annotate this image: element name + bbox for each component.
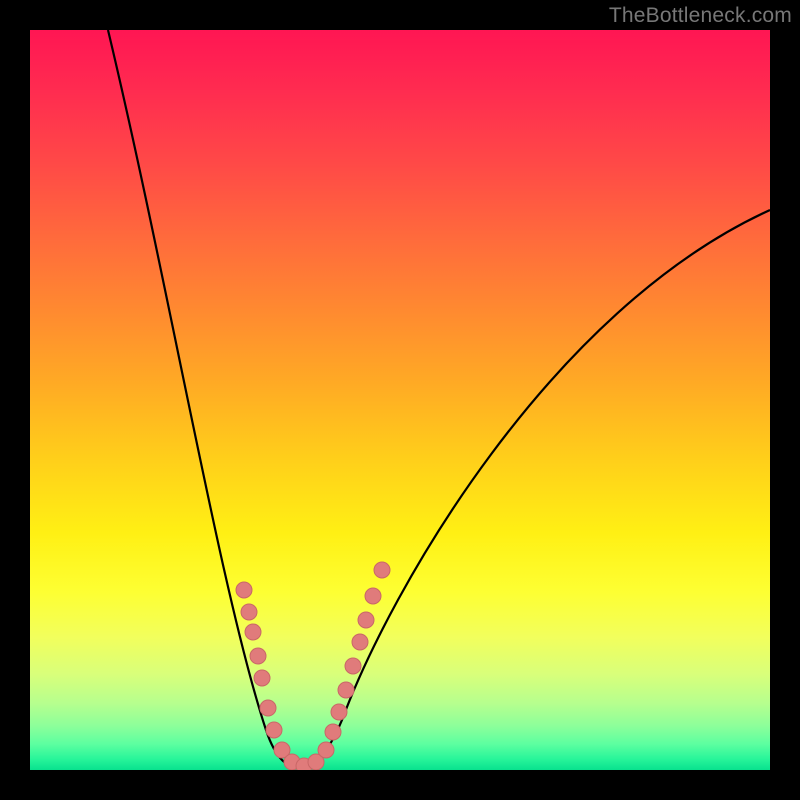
data-marker	[345, 658, 361, 674]
data-marker	[241, 604, 257, 620]
data-marker	[250, 648, 266, 664]
watermark-text: TheBottleneck.com	[609, 4, 792, 28]
right-curve	[300, 210, 770, 768]
data-marker	[352, 634, 368, 650]
data-marker	[236, 582, 252, 598]
data-marker	[358, 612, 374, 628]
data-marker	[245, 624, 261, 640]
marker-group	[236, 562, 390, 770]
data-marker	[266, 722, 282, 738]
data-marker	[338, 682, 354, 698]
data-marker	[374, 562, 390, 578]
data-marker	[318, 742, 334, 758]
data-marker	[331, 704, 347, 720]
data-marker	[260, 700, 276, 716]
data-marker	[325, 724, 341, 740]
data-marker	[254, 670, 270, 686]
chart-frame	[30, 30, 770, 770]
curve-layer	[30, 30, 770, 770]
left-curve	[108, 30, 300, 768]
data-marker	[365, 588, 381, 604]
